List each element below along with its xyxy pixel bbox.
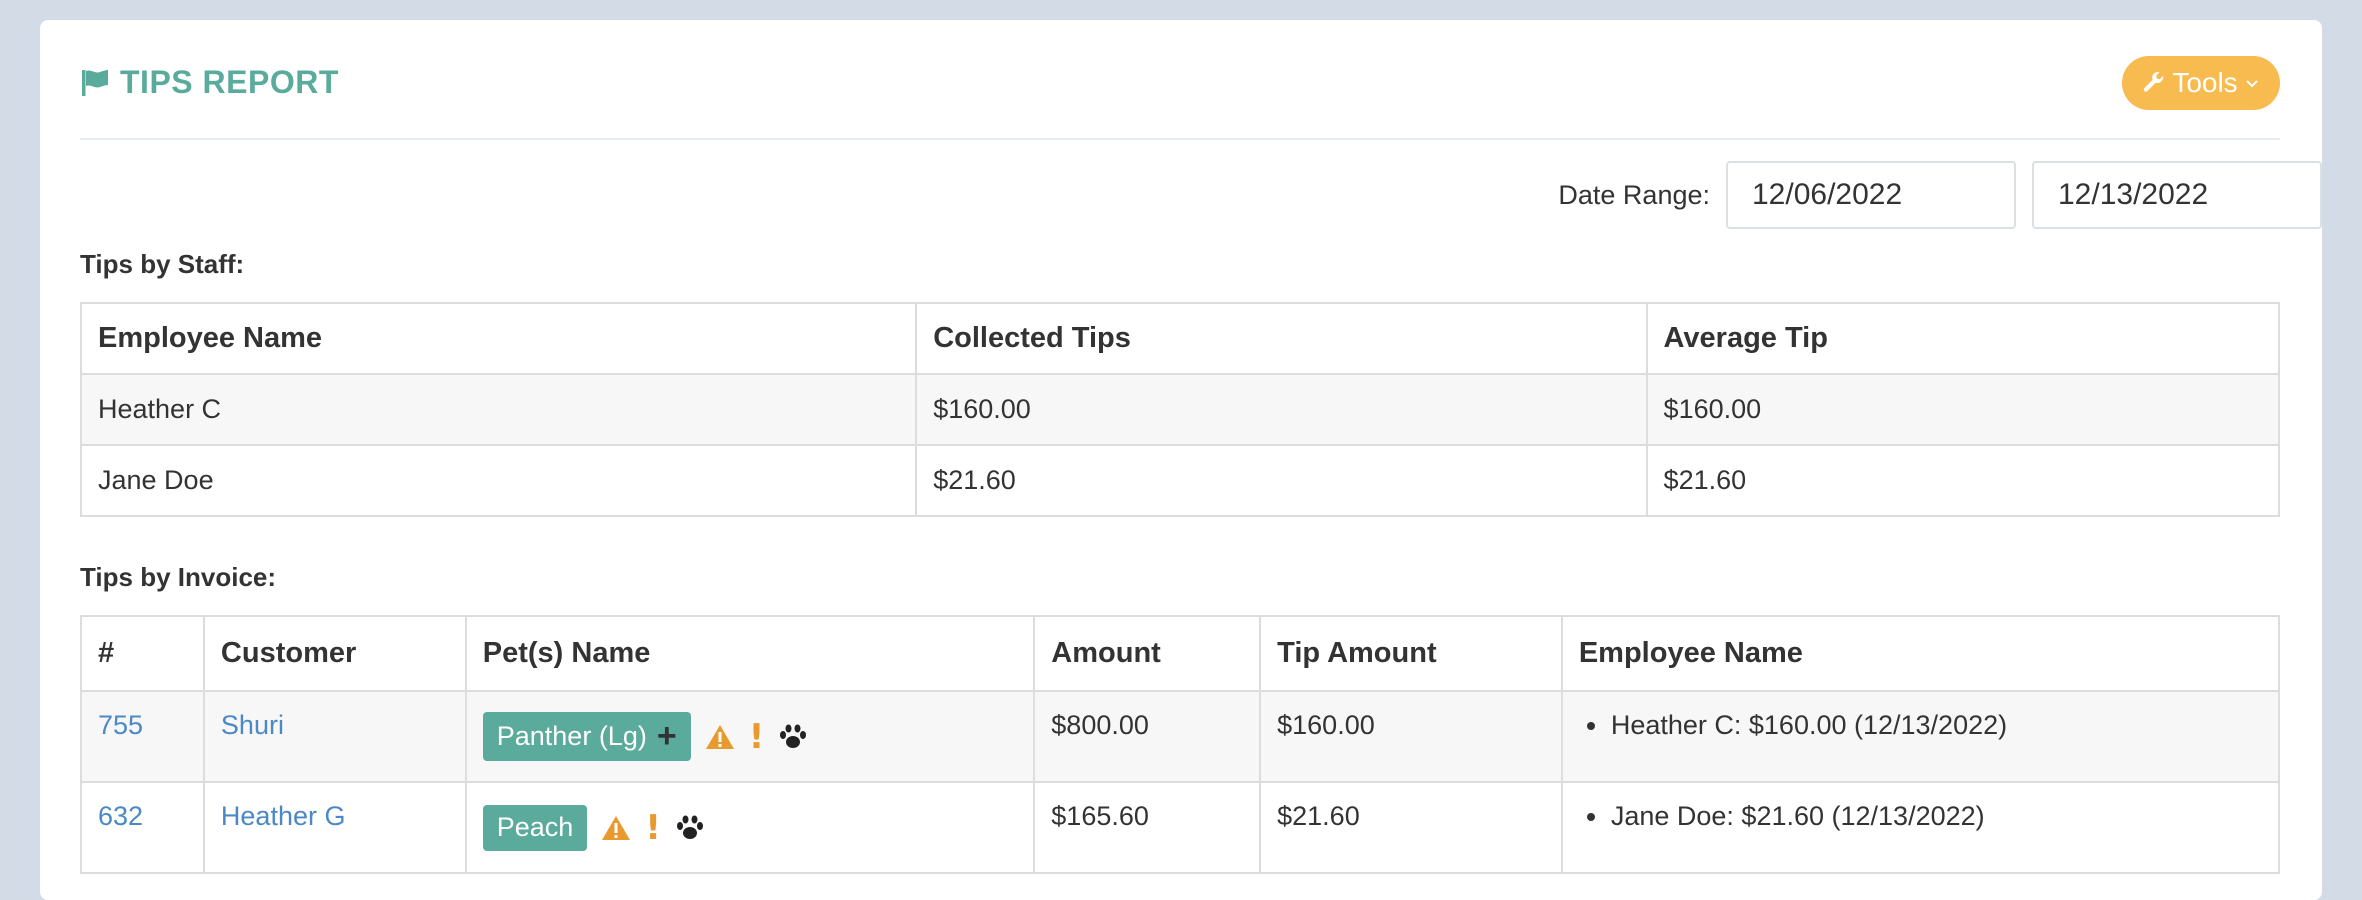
list-item: Heather C: $160.00 (12/13/2022): [1579, 710, 2262, 741]
column-header: Amount: [1033, 615, 1262, 692]
invoice-section-label: Tips by Invoice:: [80, 562, 277, 592]
column-header: Average Tip: [1645, 302, 2281, 375]
amount-cell: $800.00: [1033, 690, 1262, 783]
chevron-down-icon: [2245, 80, 2258, 88]
table-header-row: Employee Name Collected Tips Average Tip: [79, 302, 2281, 375]
employee-name-cell: Heather C: [79, 373, 918, 446]
column-header: Tip Amount: [1259, 615, 1563, 692]
table-header-row: # Customer Pet(s) Name Amount Tip Amount…: [80, 615, 2281, 692]
table-row: Jane Doe $21.60 $21.60: [79, 444, 2281, 517]
flag-icon: [82, 69, 108, 96]
card-header: TIPS REPORT Tools: [80, 36, 2280, 140]
page-title-text: TIPS REPORT: [120, 64, 339, 100]
date-range-label: Date Range:: [1558, 179, 1710, 210]
invoice-number-link[interactable]: 632: [98, 801, 143, 831]
warning-icon[interactable]: [705, 723, 735, 751]
table-row: 755 Shuri Panther (Lg) + ! $800.00 $160.…: [80, 690, 2281, 783]
pet-cell: Peach !: [482, 804, 1018, 851]
pet-name: Peach: [496, 811, 574, 842]
tip-amount-cell: $21.60: [1259, 781, 1563, 874]
table-row: 632 Heather G Peach ! $165.60 $21.60 Jan…: [80, 781, 2281, 874]
column-header: Pet(s) Name: [464, 615, 1036, 692]
date-range-row: Date Range:: [1558, 161, 2322, 229]
wrench-icon: [2144, 72, 2164, 92]
pet-badge[interactable]: Panther (Lg) +: [482, 712, 691, 761]
invoice-tips-table: # Customer Pet(s) Name Amount Tip Amount…: [80, 615, 2281, 874]
customer-link[interactable]: Shuri: [221, 710, 284, 740]
pet-badge[interactable]: Peach: [482, 804, 588, 851]
list-item: Jane Doe: $21.60 (12/13/2022): [1579, 801, 2262, 832]
column-header: Employee Name: [79, 302, 918, 375]
staff-section-label: Tips by Staff:: [80, 249, 245, 279]
employee-name-cell: Jane Doe: [79, 444, 918, 517]
tip-amount-cell: $160.00: [1259, 690, 1563, 783]
invoice-number-link[interactable]: 755: [98, 710, 143, 740]
average-tip-cell: $160.00: [1645, 373, 2281, 446]
exclamation-icon[interactable]: !: [749, 717, 765, 757]
staff-tips-table: Employee Name Collected Tips Average Tip…: [79, 302, 2281, 517]
amount-cell: $165.60: [1033, 781, 1262, 874]
collected-tips-cell: $21.60: [915, 444, 1648, 517]
average-tip-cell: $21.60: [1645, 444, 2281, 517]
paw-icon[interactable]: [675, 814, 705, 842]
start-date-input[interactable]: [1726, 161, 2016, 229]
collected-tips-cell: $160.00: [915, 373, 1648, 446]
plus-icon[interactable]: +: [657, 719, 677, 753]
paw-icon[interactable]: [778, 723, 808, 751]
pet-cell: Panther (Lg) + !: [482, 712, 1018, 761]
column-header: #: [80, 615, 205, 692]
column-header: Collected Tips: [915, 302, 1648, 375]
end-date-input[interactable]: [2032, 161, 2322, 229]
employee-tip-list: Heather C: $160.00 (12/13/2022): [1579, 710, 2262, 741]
warning-icon[interactable]: [601, 814, 631, 842]
exclamation-icon[interactable]: !: [645, 808, 661, 848]
column-header: Customer: [202, 615, 467, 692]
tools-label: Tools: [2172, 67, 2238, 98]
tools-button[interactable]: Tools: [2122, 56, 2280, 110]
page-title: TIPS REPORT: [80, 64, 339, 101]
column-header: Employee Name: [1560, 615, 2281, 692]
table-row: Heather C $160.00 $160.00: [79, 373, 2281, 446]
customer-link[interactable]: Heather G: [221, 801, 346, 831]
pet-name: Panther (Lg): [496, 720, 647, 751]
employee-tip-list: Jane Doe: $21.60 (12/13/2022): [1579, 801, 2262, 832]
